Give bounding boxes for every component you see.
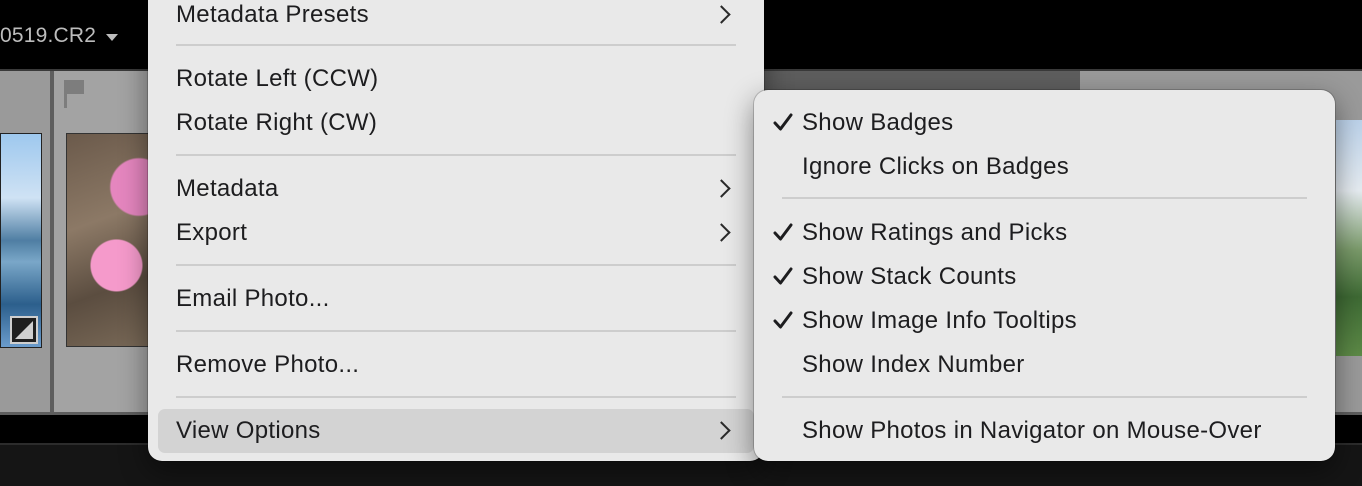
chevron-right-icon xyxy=(712,421,731,440)
submenu-item-label: Show Stack Counts xyxy=(802,263,1017,290)
filename-label: 0519.CR2 xyxy=(0,24,97,47)
menu-separator xyxy=(782,396,1307,398)
chevron-right-icon xyxy=(712,223,731,242)
menu-item-rotate-right[interactable]: Rotate Right (CW) xyxy=(158,101,754,145)
menu-separator xyxy=(176,44,736,46)
submenu-item-show-stack-counts[interactable]: Show Stack Counts xyxy=(764,255,1325,299)
chevron-down-icon xyxy=(106,33,119,41)
check-icon xyxy=(773,267,793,285)
edit-badge-icon[interactable] xyxy=(10,316,38,344)
chevron-right-icon xyxy=(712,5,731,24)
menu-item-label: View Options xyxy=(176,417,321,444)
menu-separator xyxy=(782,197,1307,199)
menu-item-label: Metadata xyxy=(176,175,279,202)
submenu-item-show-badges[interactable]: Show Badges xyxy=(764,101,1325,145)
menu-item-label: Email Photo... xyxy=(176,285,330,312)
check-icon xyxy=(773,223,793,241)
menu-item-export[interactable]: Export xyxy=(158,211,754,255)
check-icon xyxy=(773,311,793,329)
check-icon xyxy=(773,113,793,131)
submenu-item-show-index-number[interactable]: Show Index Number xyxy=(764,343,1325,387)
thumbnail-mountain[interactable] xyxy=(1336,120,1362,356)
submenu-item-label: Show Ratings and Picks xyxy=(802,219,1068,246)
menu-item-label: Rotate Left (CCW) xyxy=(176,65,379,92)
filename-dropdown[interactable]: 0519.CR2 xyxy=(0,24,119,48)
submenu-item-label: Show Image Info Tooltips xyxy=(802,307,1077,334)
submenu-item-show-photos-in-navigator[interactable]: Show Photos in Navigator on Mouse-Over xyxy=(764,409,1325,453)
submenu-item-label: Show Photos in Navigator on Mouse-Over xyxy=(802,417,1262,444)
menu-item-metadata-presets[interactable]: Metadata Presets xyxy=(158,0,754,37)
menu-separator xyxy=(176,154,736,156)
view-options-submenu: Show Badges Ignore Clicks on Badges Show… xyxy=(754,90,1335,461)
submenu-item-show-image-info-tooltips[interactable]: Show Image Info Tooltips xyxy=(764,299,1325,343)
menu-item-email-photo[interactable]: Email Photo... xyxy=(158,277,754,321)
thumbnail-flower[interactable] xyxy=(66,133,158,347)
menu-separator xyxy=(176,396,736,398)
menu-item-label: Metadata Presets xyxy=(176,1,369,28)
menu-item-label: Export xyxy=(176,219,248,246)
submenu-item-show-ratings-and-picks[interactable]: Show Ratings and Picks xyxy=(764,211,1325,255)
context-menu: Metadata Presets Rotate Left (CCW) Rotat… xyxy=(148,0,764,461)
flag-icon[interactable] xyxy=(62,78,86,110)
submenu-item-label: Ignore Clicks on Badges xyxy=(802,153,1070,180)
submenu-item-label: Show Index Number xyxy=(802,351,1025,378)
menu-separator xyxy=(176,264,736,266)
menu-item-view-options[interactable]: View Options xyxy=(158,409,754,453)
menu-item-label: Rotate Right (CW) xyxy=(176,109,378,136)
menu-separator xyxy=(176,330,736,332)
menu-item-remove-photo[interactable]: Remove Photo... xyxy=(158,343,754,387)
submenu-item-ignore-clicks-on-badges[interactable]: Ignore Clicks on Badges xyxy=(764,145,1325,189)
menu-item-label: Remove Photo... xyxy=(176,351,360,378)
submenu-item-label: Show Badges xyxy=(802,109,954,136)
chevron-right-icon xyxy=(712,179,731,198)
menu-item-metadata[interactable]: Metadata xyxy=(158,167,754,211)
menu-item-rotate-left[interactable]: Rotate Left (CCW) xyxy=(158,57,754,101)
